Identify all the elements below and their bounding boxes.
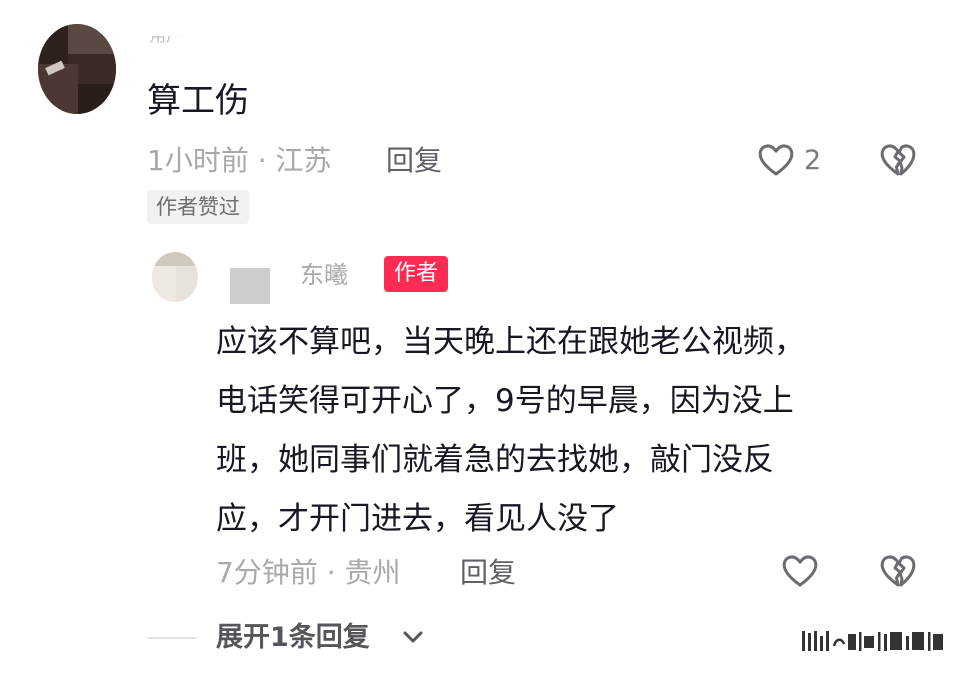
heart-outline-icon[interactable]: [780, 551, 820, 591]
username-mosaic: [230, 268, 270, 304]
reply-text-line: 电话笑得可开心了，9号的早晨，因为没上: [216, 383, 794, 419]
reply-text-line: 应，才开门进去，看见人没了: [216, 501, 619, 537]
watermark-logo: [802, 628, 944, 654]
reply-text: 应该不算吧，当天晚上还在跟她老公视频， 电话笑得可开心了，9号的早晨，因为没上 …: [216, 313, 906, 549]
heart-outline-icon[interactable]: [756, 140, 796, 180]
like-count: 2: [804, 145, 822, 176]
reply-button[interactable]: 回复: [460, 554, 516, 592]
comment-text: 算工伤: [147, 81, 249, 121]
username[interactable]: 用户: [150, 36, 210, 52]
author-liked-badge: 作者赞过: [147, 190, 249, 224]
expand-divider: [147, 637, 197, 639]
reply-meta: 7分钟前 · 贵州: [216, 556, 401, 589]
expand-replies-button[interactable]: 展开1条回复: [216, 619, 370, 657]
chevron-down-icon[interactable]: [402, 628, 424, 646]
avatar[interactable]: [38, 24, 116, 114]
reply-text-line: 应该不算吧，当天晚上还在跟她老公视频，: [216, 324, 805, 360]
username[interactable]: 东曦: [300, 256, 375, 286]
broken-heart-icon[interactable]: [878, 140, 918, 180]
avatar[interactable]: [152, 252, 198, 302]
author-badge: 作者: [384, 256, 449, 292]
comment-meta: 1小时前 · 江苏: [147, 144, 332, 177]
reply-button[interactable]: 回复: [386, 142, 442, 180]
broken-heart-icon[interactable]: [878, 551, 918, 591]
reply-text-line: 班，她同事们就着急的去找她，敲门没反: [216, 442, 774, 478]
